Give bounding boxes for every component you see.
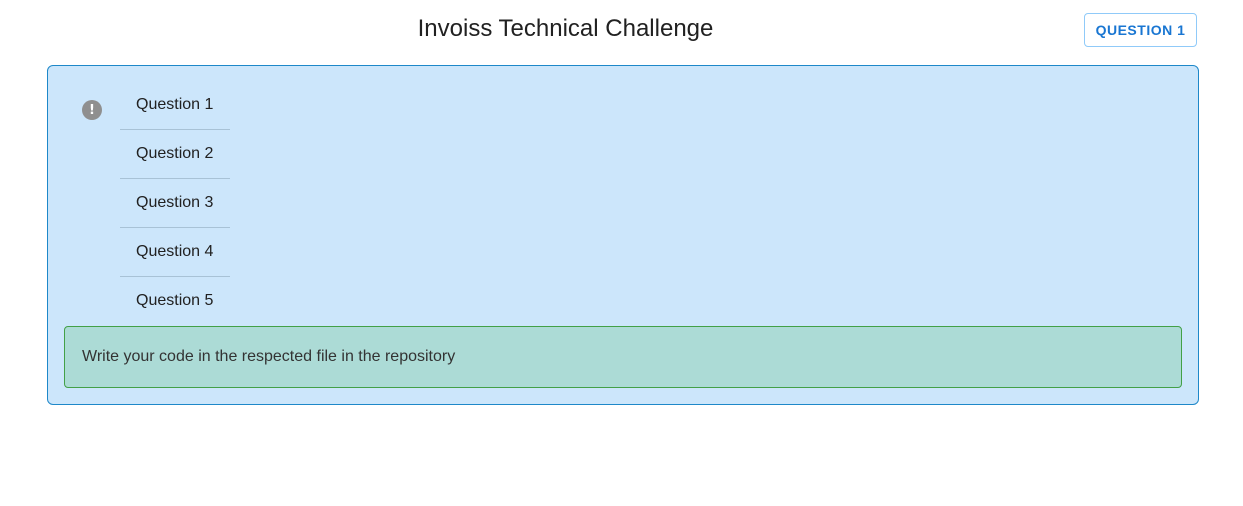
question-item-3[interactable]: Question 3 bbox=[120, 179, 230, 228]
exclamation-icon: ! bbox=[82, 100, 102, 120]
question-item-2[interactable]: Question 2 bbox=[120, 130, 230, 179]
question-1-button[interactable]: QUESTION 1 bbox=[1084, 13, 1197, 47]
question-item-1[interactable]: Question 1 bbox=[120, 81, 230, 130]
page-title: Invoiss Technical Challenge bbox=[417, 15, 714, 42]
info-message: Write your code in the respected file in… bbox=[64, 326, 1182, 388]
page: Invoiss Technical Challenge QUESTION 1 !… bbox=[0, 0, 1243, 506]
challenge-panel: ! Question 1 Question 2 Question 3 Quest… bbox=[47, 65, 1199, 405]
question-item-4[interactable]: Question 4 bbox=[120, 228, 230, 277]
info-message-text: Write your code in the respected file in… bbox=[82, 348, 456, 365]
question-list: Question 1 Question 2 Question 3 Questio… bbox=[120, 81, 230, 325]
question-item-5[interactable]: Question 5 bbox=[120, 277, 230, 325]
